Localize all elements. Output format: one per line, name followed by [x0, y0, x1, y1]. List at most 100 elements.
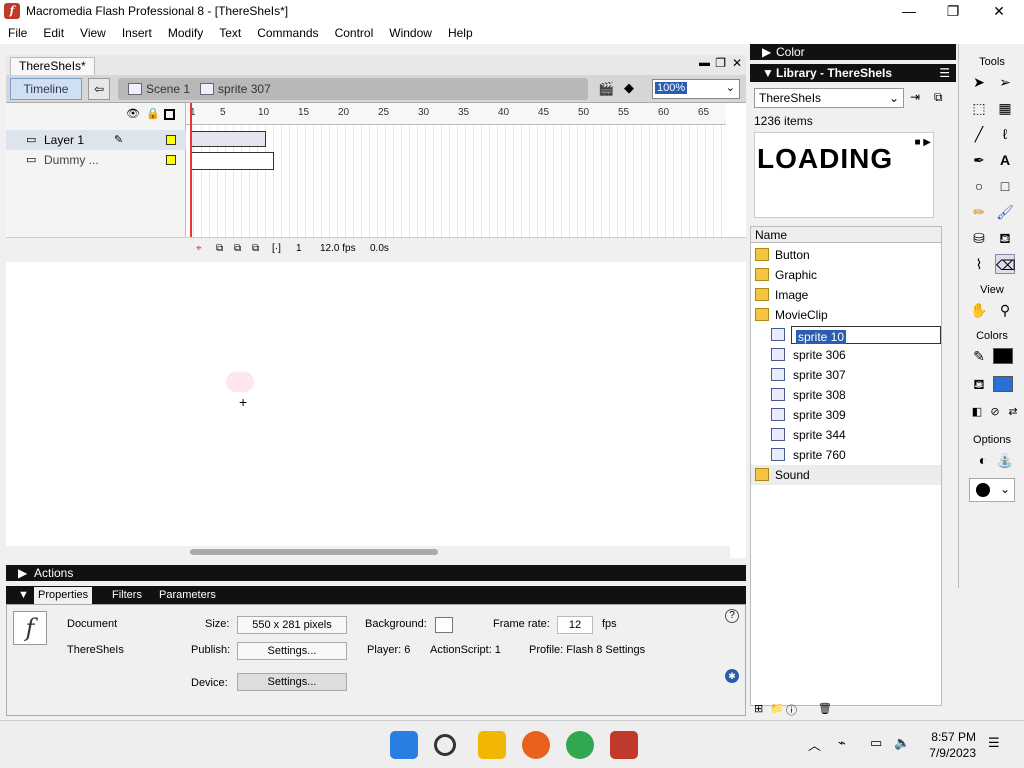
search-icon[interactable]: [434, 734, 456, 756]
list-item[interactable]: sprite 306: [751, 345, 941, 365]
actions-panel-header[interactable]: ▶ Actions: [6, 565, 746, 581]
document-tab[interactable]: ThereSheIs*: [10, 57, 95, 75]
menu-help[interactable]: Help: [440, 26, 481, 40]
tab-filters[interactable]: Filters: [112, 587, 142, 604]
publish-settings-button[interactable]: Settings...: [237, 642, 347, 660]
restore-button[interactable]: ❐: [930, 0, 976, 22]
library-document-select[interactable]: ThereSheIs ⌄: [754, 88, 904, 108]
delete-icon[interactable]: 🗑: [818, 702, 832, 715]
rename-input[interactable]: sprite 10: [791, 326, 941, 344]
hand-tool-icon[interactable]: ✋: [969, 300, 989, 320]
chrome-icon[interactable]: [566, 731, 594, 759]
start-icon[interactable]: [390, 731, 418, 759]
lock-icon[interactable]: 🔒: [146, 107, 160, 120]
layer-color-swatch[interactable]: [166, 135, 176, 145]
panel-restore-icon[interactable]: ❐: [715, 56, 726, 70]
list-item[interactable]: sprite 308: [751, 385, 941, 405]
eraser-shape-select[interactable]: ⌄: [969, 478, 1015, 502]
name-column-header[interactable]: Name: [751, 227, 941, 243]
line-tool-icon[interactable]: ╱: [969, 124, 989, 144]
tween-span[interactable]: [190, 131, 266, 147]
layer-color-swatch[interactable]: [166, 155, 176, 165]
playhead[interactable]: [190, 103, 192, 237]
panel-minimize-icon[interactable]: ▬: [699, 57, 710, 69]
menu-insert[interactable]: Insert: [114, 26, 160, 40]
rectangle-tool-icon[interactable]: □: [995, 176, 1015, 196]
stroke-color-swatch[interactable]: [993, 348, 1013, 364]
properties-icon[interactable]: ⓘ: [786, 702, 797, 718]
new-library-panel-icon[interactable]: ⧉: [934, 90, 943, 105]
menu-view[interactable]: View: [72, 26, 114, 40]
list-item[interactable]: sprite 307: [751, 365, 941, 385]
firefox-icon[interactable]: [522, 731, 550, 759]
swap-colors-icon[interactable]: ⇄: [1003, 402, 1023, 422]
library-panel-header[interactable]: ▼ Library - ThereSheIs ☰: [750, 64, 956, 82]
scroll-thumb[interactable]: [190, 549, 438, 555]
menu-commands[interactable]: Commands: [249, 26, 326, 40]
stage[interactable]: +: [6, 262, 746, 558]
eraser-tool-icon[interactable]: ⌫: [995, 254, 1016, 274]
network-icon[interactable]: ⌁: [838, 735, 846, 751]
oval-tool-icon[interactable]: ○: [969, 176, 989, 196]
edit-multiple-icon[interactable]: ⧉: [252, 243, 259, 254]
fill-transform-tool-icon[interactable]: ▦: [995, 98, 1015, 118]
tab-properties[interactable]: Properties: [34, 587, 93, 604]
list-item[interactable]: Button: [751, 245, 941, 265]
pencil-tool-icon[interactable]: ✏: [969, 202, 989, 222]
list-item[interactable]: sprite 344: [751, 425, 941, 445]
frame-ruler[interactable]: 1 5 10 15 20 25 30 35 40 45 50 55 60 65: [186, 103, 726, 125]
new-symbol-icon[interactable]: ⊞: [754, 702, 763, 715]
pen-tool-icon[interactable]: ✒: [969, 150, 989, 170]
close-button[interactable]: ✕: [976, 0, 1022, 22]
minimize-button[interactable]: —: [886, 0, 932, 22]
frame-grid[interactable]: [186, 125, 726, 237]
list-item[interactable]: sprite 760: [751, 445, 941, 465]
breadcrumb-scene[interactable]: Scene 1: [128, 82, 190, 96]
play-icon[interactable]: ■ ▶: [914, 137, 931, 148]
volume-icon[interactable]: 🔈: [894, 735, 910, 751]
eraser-mode-icon[interactable]: ◐: [973, 450, 993, 470]
menu-control[interactable]: Control: [327, 26, 382, 40]
outline-icon[interactable]: [164, 109, 175, 120]
black-white-icon[interactable]: ◧: [967, 402, 987, 422]
new-folder-icon[interactable]: 📁: [770, 702, 784, 715]
ink-bottle-tool-icon[interactable]: ⛁: [969, 228, 989, 248]
layer-row[interactable]: ▭ Layer 1 ✎: [6, 130, 186, 150]
list-item[interactable]: sprite 10: [751, 325, 941, 345]
pin-library-icon[interactable]: ⇥: [910, 90, 920, 104]
zoom-tool-icon[interactable]: ⚲: [995, 300, 1015, 320]
onion-outline-icon[interactable]: ⧉: [234, 243, 241, 254]
flash-taskbar-icon[interactable]: [610, 731, 638, 759]
tab-parameters[interactable]: Parameters: [159, 587, 216, 604]
lasso-tool-icon[interactable]: ℓ: [995, 124, 1015, 144]
menu-file[interactable]: File: [0, 26, 35, 40]
free-transform-tool-icon[interactable]: ⬚: [969, 98, 989, 118]
help-icon[interactable]: ?: [725, 609, 739, 623]
list-item[interactable]: Sound: [751, 465, 941, 485]
edit-scene-icon[interactable]: 🎬: [598, 81, 614, 97]
file-explorer-icon[interactable]: [478, 731, 506, 759]
list-item[interactable]: Image: [751, 285, 941, 305]
size-button[interactable]: 550 x 281 pixels: [237, 616, 347, 634]
panel-menu-icon[interactable]: ☰: [939, 64, 950, 82]
center-frame-icon[interactable]: ⌖: [196, 243, 202, 254]
eyedropper-tool-icon[interactable]: ⌇: [969, 254, 989, 274]
list-item[interactable]: MovieClip: [751, 305, 941, 325]
display-icon[interactable]: ▭: [870, 735, 882, 751]
layer-row[interactable]: ▭ Dummy ...: [6, 150, 186, 170]
breadcrumb-symbol[interactable]: sprite 307: [200, 82, 271, 96]
menu-window[interactable]: Window: [381, 26, 440, 40]
heart-shape[interactable]: [226, 372, 254, 392]
panel-close-icon[interactable]: ✕: [732, 56, 742, 70]
subselection-tool-icon[interactable]: ➢: [995, 72, 1015, 92]
brush-tool-icon[interactable]: 🖌: [995, 202, 1015, 222]
menu-edit[interactable]: Edit: [35, 26, 72, 40]
text-tool-icon[interactable]: A: [995, 150, 1015, 170]
eye-icon[interactable]: 👁: [126, 107, 140, 120]
menu-modify[interactable]: Modify: [160, 26, 211, 40]
zoom-select[interactable]: 100% ⌄: [652, 79, 740, 99]
list-item[interactable]: Graphic: [751, 265, 941, 285]
fill-color-swatch[interactable]: [993, 376, 1013, 392]
menu-text[interactable]: Text: [211, 26, 249, 40]
timeline-toggle-button[interactable]: Timeline: [10, 78, 82, 100]
